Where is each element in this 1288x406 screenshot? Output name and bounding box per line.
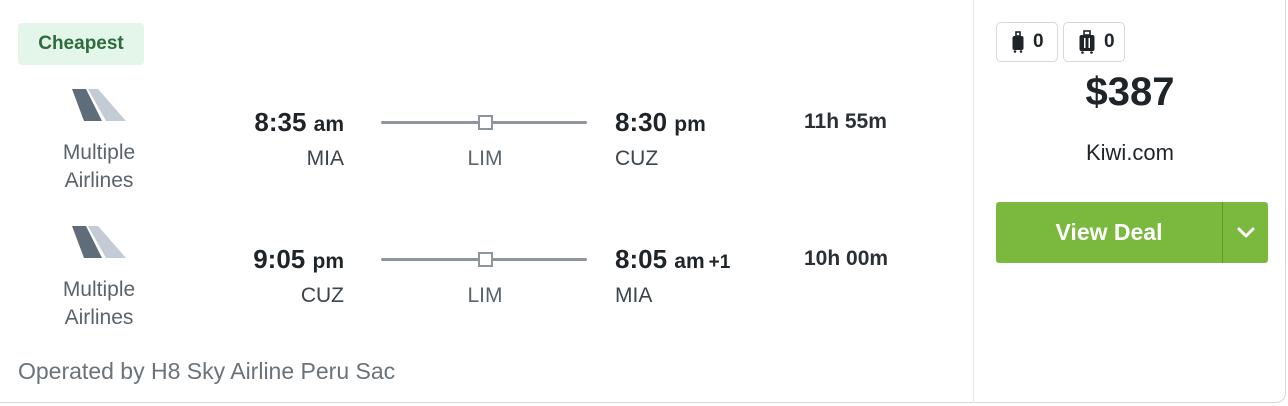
cheapest-badge: Cheapest	[18, 23, 144, 65]
more-deals-dropdown-button[interactable]	[1223, 202, 1268, 263]
carry-on-bag-fee[interactable]: 0	[996, 22, 1058, 62]
layover-airport: LIM	[467, 147, 503, 170]
view-deal-button-group: View Deal	[996, 202, 1268, 263]
price: $387	[1085, 70, 1175, 114]
view-deal-button[interactable]: View Deal	[996, 202, 1222, 263]
arrival-airport: CUZ	[615, 147, 659, 170]
checked-bag-count: 0	[1104, 31, 1115, 52]
arrival-time: 8:05 am +1	[615, 244, 731, 274]
departure-airport: MIA	[306, 147, 344, 170]
multiple-airlines-logo-icon	[72, 89, 126, 121]
return-leg: Multiple Airlines 9:05 pm CUZ LIM 8:05 a…	[0, 224, 973, 344]
booking-provider: Kiwi.com	[1085, 140, 1174, 165]
chevron-down-icon	[1237, 227, 1254, 237]
carry-on-bag-icon	[1012, 31, 1024, 53]
outbound-leg: Multiple Airlines 8:35 am MIA LIM 8:30 p…	[0, 87, 973, 207]
flight-duration: 11h 55m	[804, 110, 887, 133]
departure-airport: CUZ	[300, 284, 344, 307]
airline-name: Multiple Airlines	[62, 278, 136, 329]
departure-time: 9:05 pm	[253, 244, 344, 274]
card-divider	[973, 0, 974, 403]
airline-name: Multiple Airlines	[62, 141, 136, 192]
layover-stop-marker	[478, 115, 493, 130]
multiple-airlines-logo-icon	[72, 226, 126, 258]
flight-duration: 10h 00m	[804, 247, 889, 270]
arrival-airport: MIA	[615, 284, 653, 307]
layover-airport: LIM	[467, 284, 503, 307]
departure-time: 8:35 am	[254, 107, 344, 137]
checked-bag-icon	[1079, 30, 1095, 54]
flight-result-card[interactable]: Cheapest Multiple Airlines 8:35 am MIA L…	[0, 0, 1286, 403]
arrival-time: 8:30 pm	[615, 107, 706, 137]
checked-bag-fee[interactable]: 0	[1063, 22, 1125, 62]
layover-stop-marker	[478, 252, 493, 267]
operated-by-text: Operated by H8 Sky Airline Peru Sac	[18, 358, 396, 384]
carry-on-bag-count: 0	[1033, 31, 1044, 52]
